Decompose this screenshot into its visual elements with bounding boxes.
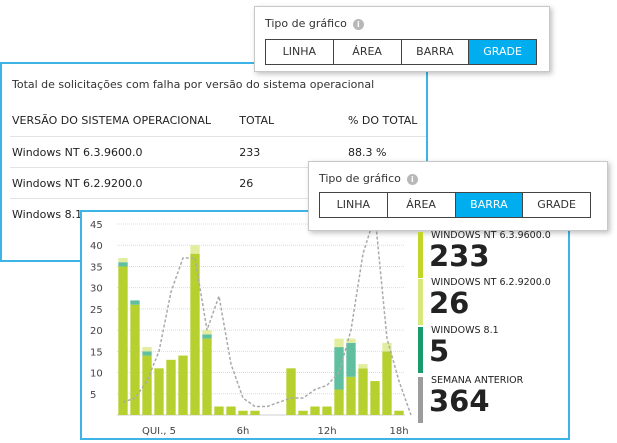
cell-os-version: Windows NT 6.3.9600.0 xyxy=(10,136,238,168)
chart-type-option-bar[interactable]: BARRA xyxy=(455,193,524,217)
y-tick-label: 40 xyxy=(90,241,103,252)
chart-type-segmented-control: LINHA ÁREA BARRA GRADE xyxy=(265,39,537,65)
bar-segment xyxy=(142,347,152,352)
bar-segment xyxy=(358,364,368,369)
chart-type-option-line[interactable]: LINHA xyxy=(320,193,388,217)
column-header-percent[interactable]: % DO TOTAL xyxy=(346,112,426,137)
table-header-row: VERSÃO DO SISTEMA OPERACIONAL TOTAL % DO… xyxy=(10,112,426,137)
bar-segment xyxy=(322,406,332,415)
y-tick-label: 5 xyxy=(90,390,96,401)
bar-segment xyxy=(142,351,152,356)
legend-color-swatch xyxy=(418,377,423,423)
grid-panel-title: Total de solicitações com falha por vers… xyxy=(12,78,375,91)
legend-series-value: 26 xyxy=(429,286,470,320)
x-tick-label: 12h xyxy=(317,426,336,437)
bar-segment xyxy=(358,368,368,415)
bar-segment xyxy=(334,347,344,390)
bar-segment xyxy=(118,257,128,263)
legend-item[interactable]: WINDOWS NT 6.2.9200.0 26 xyxy=(418,277,578,327)
legend-series-value: 5 xyxy=(429,334,450,368)
info-icon[interactable]: i xyxy=(406,173,418,185)
bar-segment xyxy=(346,376,356,415)
y-tick-label: 15 xyxy=(90,347,103,358)
bar-segment xyxy=(118,266,128,415)
x-tick-label: QUI., 5 xyxy=(142,426,176,437)
x-tick-label: 18h xyxy=(389,426,408,437)
bar-segment xyxy=(250,410,260,415)
chart-type-option-line[interactable]: LINHA xyxy=(266,40,334,64)
chart-type-label: Tipo de gráfico i xyxy=(265,17,364,30)
chart-type-option-grid[interactable]: GRADE xyxy=(523,193,590,217)
chart-type-label-text: Tipo de gráfico xyxy=(319,172,401,185)
bar-segment xyxy=(154,368,164,415)
bar-segment xyxy=(394,410,404,415)
bar-segment xyxy=(298,410,308,415)
info-icon[interactable]: i xyxy=(352,18,364,30)
chart-type-option-area[interactable]: ÁREA xyxy=(388,193,456,217)
legend-series-value: 364 xyxy=(429,384,490,418)
bar-segment xyxy=(190,245,200,254)
bar-segment xyxy=(202,334,212,339)
column-header-total[interactable]: TOTAL xyxy=(237,112,346,137)
bar-segment xyxy=(166,359,176,415)
bar-segment xyxy=(130,300,140,305)
bar-segment xyxy=(370,381,380,415)
y-tick-label: 25 xyxy=(90,305,103,316)
bar-segment xyxy=(238,410,248,415)
chart-type-segmented-control: LINHA ÁREA BARRA GRADE xyxy=(319,192,591,218)
chart-type-selector-middle: Tipo de gráfico i LINHA ÁREA BARRA GRADE xyxy=(308,161,608,231)
y-tick-label: 35 xyxy=(90,262,103,273)
bar-segment xyxy=(142,355,152,415)
bar-segment xyxy=(382,351,392,415)
column-header-os-version[interactable]: VERSÃO DO SISTEMA OPERACIONAL xyxy=(10,112,237,137)
bar-segment xyxy=(382,342,392,352)
legend-item[interactable]: SEMANA ANTERIOR 364 xyxy=(418,375,578,425)
bar-segment xyxy=(202,330,212,335)
bar-segment xyxy=(286,368,296,415)
legend-color-swatch xyxy=(418,279,423,325)
bar-segment xyxy=(334,338,344,348)
bar-segment xyxy=(214,406,224,415)
y-tick-label: 10 xyxy=(90,369,103,380)
legend-item[interactable]: WINDOWS 8.1 5 xyxy=(418,325,578,375)
bar-segment xyxy=(190,253,200,415)
cell-os-version: Windows NT 6.2.9200.0 xyxy=(10,167,238,199)
chart-type-selector-top: Tipo de gráfico i LINHA ÁREA BARRA GRADE xyxy=(254,6,550,72)
legend-item[interactable]: WINDOWS NT 6.3.9600.0 233 xyxy=(418,230,578,280)
chart-type-option-area[interactable]: ÁREA xyxy=(334,40,402,64)
chart-type-label: Tipo de gráfico i xyxy=(319,172,418,185)
chart-type-option-bar[interactable]: BARRA xyxy=(402,40,470,64)
legend-color-swatch xyxy=(418,327,423,373)
bar-segment xyxy=(310,406,320,415)
bar-segment xyxy=(178,355,188,415)
chart-type-option-grid[interactable]: GRADE xyxy=(469,40,536,64)
y-tick-label: 45 xyxy=(90,220,103,231)
bar-segment xyxy=(346,342,356,377)
bar-segment xyxy=(334,389,344,415)
chart-type-label-text: Tipo de gráfico xyxy=(265,17,347,30)
x-tick-label: 6h xyxy=(237,426,250,437)
bar-segment xyxy=(118,262,128,267)
bar-segment xyxy=(226,406,236,415)
y-tick-label: 30 xyxy=(90,284,103,295)
legend-color-swatch xyxy=(418,232,423,278)
y-tick-label: 20 xyxy=(90,326,103,337)
bar-segment xyxy=(202,338,212,415)
legend-series-value: 233 xyxy=(429,239,490,273)
